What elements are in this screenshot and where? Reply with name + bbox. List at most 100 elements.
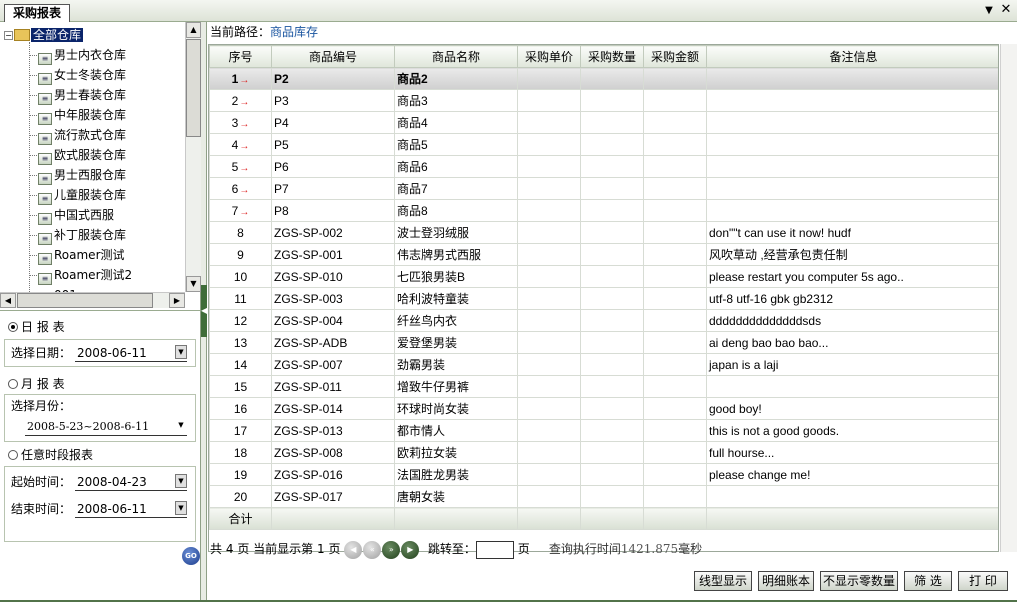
table-cell[interactable]: 9 [209, 243, 272, 266]
table-cell[interactable]: 2→ [209, 89, 272, 112]
table-cell[interactable] [643, 397, 707, 420]
table-row[interactable]: 13 ZGS-SP-ADB 爱登堡男装 ai deng bao bao bao... [209, 331, 998, 354]
tree-item[interactable]: ≡ 中国式西服 [38, 206, 114, 225]
prev-page-icon[interactable]: « [363, 540, 382, 559]
table-cell[interactable] [580, 155, 644, 178]
table-cell[interactable]: utf-8 utf-16 gbk gb2312 [706, 287, 998, 310]
table-row[interactable]: 1→ P2 商品2 [209, 67, 998, 90]
table-cell[interactable]: this is not a good goods. [706, 419, 998, 442]
scroll-right-icon[interactable]: ▶ [169, 293, 185, 308]
table-cell[interactable]: 14 [209, 353, 272, 376]
table-cell[interactable] [517, 89, 581, 112]
table-cell[interactable]: P3 [271, 89, 395, 112]
table-row[interactable]: 5→ P6 商品6 [209, 155, 998, 178]
table-row[interactable]: 15 ZGS-SP-011 增致牛仔男裤 [209, 375, 998, 398]
table-cell[interactable]: 爱登堡男装 [394, 331, 518, 354]
table-cell[interactable]: 劲霸男装 [394, 353, 518, 376]
table-cell[interactable] [517, 309, 581, 332]
table-cell[interactable]: 商品5 [394, 133, 518, 156]
table-cell[interactable] [643, 67, 707, 90]
table-cell[interactable]: 3→ [209, 111, 272, 134]
hide-zero-quantity-button[interactable]: 不显示零数量 [820, 571, 898, 591]
table-row[interactable]: 2→ P3 商品3 [209, 89, 998, 112]
table-row[interactable]: 7→ P8 商品8 [209, 199, 998, 222]
tree-item[interactable]: ≡ 中年服装仓库 [38, 106, 126, 125]
next-page-icon[interactable]: » [382, 540, 401, 559]
tree-vertical-scrollbar[interactable]: ▲ ▼ [185, 22, 201, 292]
table-cell[interactable]: ZGS-SP-007 [271, 353, 395, 376]
table-cell[interactable]: 10 [209, 265, 272, 288]
tree-horizontal-scrollbar[interactable]: ◀ ▶ [0, 292, 185, 308]
table-cell[interactable] [643, 331, 707, 354]
tree-item[interactable]: ≡ 儿童服装仓库 [38, 186, 126, 205]
table-cell[interactable] [580, 375, 644, 398]
table-cell[interactable] [580, 441, 644, 464]
table-cell[interactable] [643, 177, 707, 200]
dropdown-icon[interactable]: ▼ [175, 474, 187, 488]
table-cell[interactable]: 17 [209, 419, 272, 442]
table-cell[interactable] [706, 375, 998, 398]
table-cell[interactable] [643, 265, 707, 288]
table-cell[interactable] [580, 199, 644, 222]
first-page-icon[interactable]: ◀ [344, 540, 363, 559]
table-cell[interactable]: P7 [271, 177, 395, 200]
month-range-field[interactable]: 2008-5-23~2008-6-11 ▼ [25, 418, 187, 436]
table-cell[interactable] [517, 265, 581, 288]
custom-report-radio[interactable]: 任意时段报表 [8, 447, 93, 463]
table-cell[interactable]: 12 [209, 309, 272, 332]
radio-unchecked-icon[interactable] [8, 450, 18, 460]
scroll-down-icon[interactable]: ▼ [186, 276, 201, 292]
table-cell[interactable] [517, 221, 581, 244]
table-cell[interactable] [643, 89, 707, 112]
table-cell[interactable] [643, 287, 707, 310]
table-cell[interactable] [580, 353, 644, 376]
table-cell[interactable] [643, 133, 707, 156]
table-cell[interactable] [517, 67, 581, 90]
tree-root-label[interactable]: 全部仓库 [31, 28, 84, 42]
table-cell[interactable] [580, 221, 644, 244]
table-row[interactable]: 18 ZGS-SP-008 欧莉拉女装 full hourse... [209, 441, 998, 464]
table-cell[interactable]: 1→ [209, 67, 272, 90]
table-cell[interactable]: 唐朝女装 [394, 485, 518, 508]
table-cell[interactable] [517, 375, 581, 398]
table-row[interactable]: 14 ZGS-SP-007 劲霸男装 japan is a laji [209, 353, 998, 376]
dropdown-icon[interactable]: ▼ [175, 419, 187, 433]
table-cell[interactable]: ZGS-SP-003 [271, 287, 395, 310]
close-icon[interactable]: ✕ [998, 2, 1014, 18]
column-header[interactable]: 采购数量 [580, 45, 644, 68]
table-cell[interactable] [706, 67, 998, 90]
table-cell[interactable]: 8 [209, 221, 272, 244]
table-cell[interactable] [643, 309, 707, 332]
table-cell[interactable] [706, 89, 998, 112]
radio-checked-icon[interactable] [8, 322, 18, 332]
table-cell[interactable] [706, 177, 998, 200]
table-cell[interactable]: ZGS-SP-013 [271, 419, 395, 442]
table-row[interactable]: 12 ZGS-SP-004 纤丝鸟内衣 ddddddddddddddsds [209, 309, 998, 332]
table-row[interactable]: 11 ZGS-SP-003 哈利波特童装 utf-8 utf-16 gbk gb231… [209, 287, 998, 310]
table-cell[interactable]: 18 [209, 441, 272, 464]
table-cell[interactable]: 法国胜龙男装 [394, 463, 518, 486]
table-cell[interactable] [643, 221, 707, 244]
tree-root[interactable]: − 全部仓库 [4, 26, 84, 44]
table-cell[interactable]: please change me! [706, 463, 998, 486]
table-cell[interactable] [706, 485, 998, 508]
table-cell[interactable]: P6 [271, 155, 395, 178]
table-row[interactable]: 17 ZGS-SP-013 都市情人 this is not a good goods… [209, 419, 998, 442]
table-cell[interactable]: japan is a laji [706, 353, 998, 376]
table-cell[interactable] [706, 111, 998, 134]
table-cell[interactable] [643, 463, 707, 486]
table-cell[interactable] [580, 177, 644, 200]
table-cell[interactable]: don""t can use it now! hudf [706, 221, 998, 244]
table-cell[interactable]: ZGS-SP-011 [271, 375, 395, 398]
table-cell[interactable]: full hourse... [706, 441, 998, 464]
scroll-up-icon[interactable]: ▲ [186, 22, 201, 38]
end-date-field[interactable]: 2008-06-11 ▼ [75, 500, 187, 518]
table-cell[interactable] [580, 419, 644, 442]
line-display-button[interactable]: 线型显示 [694, 571, 752, 591]
detail-ledger-button[interactable]: 明细账本 [758, 571, 814, 591]
table-cell[interactable] [643, 243, 707, 266]
table-cell[interactable]: ZGS-SP-001 [271, 243, 395, 266]
table-cell[interactable]: 商品4 [394, 111, 518, 134]
table-cell[interactable]: 都市情人 [394, 419, 518, 442]
table-row[interactable]: 16 ZGS-SP-014 环球时尚女装 good boy! [209, 397, 998, 420]
